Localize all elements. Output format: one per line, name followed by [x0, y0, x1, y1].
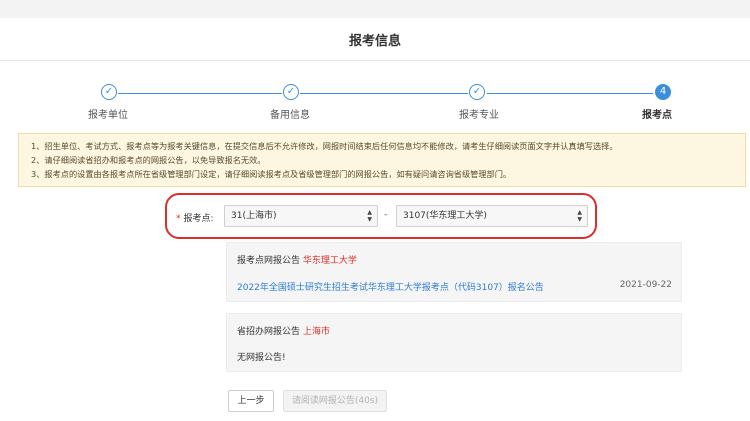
browser-top-strip	[0, 0, 750, 18]
step-4-label: 报考点	[642, 110, 672, 121]
province-select-value: 31(上海市)	[231, 211, 277, 221]
site-announcement-card: 报考点网报公告 华东理工大学 2022年全国硕士研究生招生考试华东理工大学报考点…	[226, 242, 682, 302]
step-3-check-icon: ✓	[469, 84, 485, 100]
site-announcement-link[interactable]: 2022年全国硕士研究生招生考试华东理工大学报考点（代码3107）报名公告	[237, 280, 544, 293]
page-title: 报考信息	[348, 34, 401, 49]
read-announcement-button[interactable]: 请阅读网报公告(40s)	[283, 390, 387, 412]
select-arrows-icon: ▲ ▼	[577, 209, 582, 223]
previous-step-button[interactable]: 上一步	[228, 390, 274, 412]
select-separator: -	[384, 210, 388, 220]
site-announcement-heading: 报考点网报公告 华东理工大学	[237, 253, 357, 266]
notice-line-1: 1、招生单位、考试方式、报考点等为报考关键信息，在提交信息后不允许修改，网报时间…	[31, 141, 618, 151]
province-announcement-heading: 省招办网报公告 上海市	[237, 324, 330, 337]
site-announcement-heading-text: 报考点网报公告	[237, 256, 301, 266]
exam-site-select-value: 3107(华东理工大学)	[403, 211, 487, 221]
step-connector	[487, 93, 653, 94]
step-connector	[118, 93, 282, 94]
step-4-number: 4	[655, 84, 671, 100]
site-announcement-date: 2021-09-22	[619, 280, 672, 290]
exam-site-label: * 报考点:	[176, 211, 214, 224]
step-1-label: 报考单位	[88, 110, 128, 121]
province-name: 上海市	[302, 327, 330, 337]
province-announcement-heading-text: 省招办网报公告	[237, 327, 301, 337]
step-1-check-icon: ✓	[101, 84, 117, 100]
page-header: 报考信息	[0, 18, 750, 61]
step-2-label: 备用信息	[270, 110, 310, 121]
step-connector	[300, 93, 468, 94]
site-name: 华东理工大学	[302, 256, 357, 266]
step-3-label: 报考专业	[459, 110, 499, 121]
province-empty-text: 无网报公告!	[237, 353, 286, 363]
exam-site-label-text: 报考点:	[183, 214, 214, 224]
notice-box: 1、招生单位、考试方式、报考点等为报考关键信息，在提交信息后不允许修改，网报时间…	[18, 133, 746, 187]
required-mark: *	[176, 214, 181, 224]
notice-line-2: 2、请仔细阅读省招办和报考点的网报公告，以免导致报名无效。	[31, 155, 266, 166]
step-2-check-icon: ✓	[283, 84, 299, 100]
exam-site-select[interactable]: 3107(华东理工大学) ▲ ▼	[396, 205, 588, 227]
province-announcement-card: 省招办网报公告 上海市 无网报公告!	[226, 313, 682, 372]
progress-steps: ✓ 报考单位 ✓ 备用信息 ✓ 报考专业 4 报考点	[0, 80, 750, 121]
province-select[interactable]: 31(上海市) ▲ ▼	[224, 205, 378, 227]
notice-line-3: 3、报考点的设置由各报考点所在省级管理部门设定，请仔细阅读报考点及省级管理部门的…	[31, 169, 512, 180]
select-arrows-icon: ▲ ▼	[367, 209, 372, 223]
